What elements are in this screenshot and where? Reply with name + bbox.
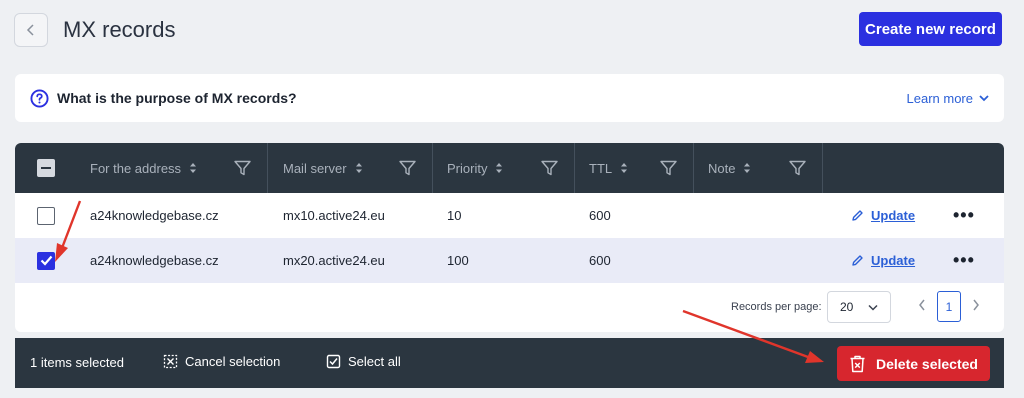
- page-button-current[interactable]: 1: [937, 291, 961, 322]
- table-header: For the address Mail server Priority TTL…: [15, 143, 1004, 193]
- filter-icon[interactable]: [541, 160, 558, 176]
- pencil-icon: [852, 255, 863, 266]
- filter-icon[interactable]: [660, 160, 677, 176]
- create-new-record-button[interactable]: Create new record: [859, 12, 1002, 46]
- bulk-action-bar: 1 items selected Cancel selection Select…: [15, 338, 1004, 388]
- pencil-icon: [852, 210, 863, 221]
- delete-selected-label: Delete selected: [876, 355, 978, 372]
- filter-icon[interactable]: [789, 160, 806, 176]
- records-per-page-value: 20: [840, 300, 854, 314]
- selected-count: 1 items selected: [30, 355, 124, 370]
- column-label: Mail server: [283, 160, 347, 176]
- cancel-selection-label: Cancel selection: [185, 354, 281, 369]
- cell-ttl: 600: [589, 253, 611, 268]
- sort-icon: [355, 163, 362, 173]
- info-question: What is the purpose of MX records?: [57, 90, 297, 106]
- page-title: MX records: [63, 17, 176, 42]
- sort-icon: [744, 163, 751, 173]
- learn-more-label: Learn more: [906, 90, 973, 106]
- cell-priority: 10: [447, 208, 462, 223]
- delete-selected-button[interactable]: Delete selected: [837, 346, 990, 381]
- update-label: Update: [871, 208, 916, 223]
- column-priority[interactable]: Priority: [447, 143, 503, 193]
- records-table: For the address Mail server Priority TTL…: [15, 143, 1004, 332]
- update-link[interactable]: Update: [851, 208, 915, 223]
- column-label: TTL: [589, 160, 613, 176]
- chevron-down-icon: [868, 304, 878, 311]
- chevron-left-icon[interactable]: [918, 299, 926, 311]
- cell-ttl: 600: [589, 208, 611, 223]
- row-checkbox[interactable]: [37, 206, 55, 225]
- row-checkbox[interactable]: [37, 251, 55, 270]
- cell-priority: 100: [447, 253, 469, 268]
- table-row[interactable]: a24knowledgebase.cz mx20.active24.eu 100…: [15, 238, 1004, 283]
- question-circle-icon: [30, 88, 49, 108]
- info-card[interactable]: What is the purpose of MX records? Learn…: [15, 74, 1004, 122]
- filter-icon[interactable]: [234, 160, 251, 176]
- more-dots-icon[interactable]: •••: [953, 205, 975, 226]
- select-all-label: Select all: [348, 354, 401, 369]
- sort-icon: [496, 163, 503, 173]
- chevron-left-icon: [26, 24, 34, 36]
- column-ttl[interactable]: TTL: [589, 143, 628, 193]
- chevron-down-icon: [979, 95, 989, 102]
- checkmark-icon: [40, 255, 52, 266]
- pagination: Records per page: 20 1: [15, 283, 1004, 332]
- sort-icon: [621, 163, 628, 173]
- cell-address: a24knowledgebase.cz: [90, 208, 219, 223]
- filter-icon[interactable]: [399, 160, 416, 176]
- records-per-page-select[interactable]: 20: [827, 291, 891, 323]
- select-all-header-checkbox[interactable]: [37, 159, 55, 177]
- table-row[interactable]: a24knowledgebase.cz mx10.active24.eu 10 …: [15, 193, 1004, 238]
- sort-icon: [190, 163, 197, 173]
- chevron-right-icon[interactable]: [972, 299, 980, 311]
- column-note[interactable]: Note: [708, 143, 751, 193]
- learn-more-link[interactable]: Learn more: [907, 91, 989, 106]
- checkbox-icon: [326, 354, 341, 369]
- column-label: For the address: [90, 160, 182, 176]
- cell-mail-server: mx20.active24.eu: [283, 253, 385, 268]
- cell-address: a24knowledgebase.cz: [90, 253, 219, 268]
- cell-mail-server: mx10.active24.eu: [283, 208, 385, 223]
- cancel-selection-button[interactable]: Cancel selection: [163, 354, 280, 369]
- update-label: Update: [871, 253, 916, 268]
- trash-icon: [850, 355, 865, 372]
- column-address[interactable]: For the address: [90, 143, 197, 193]
- cancel-selection-icon: [163, 354, 178, 369]
- column-mail-server[interactable]: Mail server: [283, 143, 363, 193]
- select-all-button[interactable]: Select all: [326, 354, 401, 369]
- update-link[interactable]: Update: [851, 253, 915, 268]
- column-label: Priority: [447, 160, 488, 176]
- records-per-page-label: Records per page:: [731, 301, 822, 313]
- back-button[interactable]: [14, 13, 48, 47]
- more-dots-icon[interactable]: •••: [953, 250, 975, 271]
- column-label: Note: [708, 160, 736, 176]
